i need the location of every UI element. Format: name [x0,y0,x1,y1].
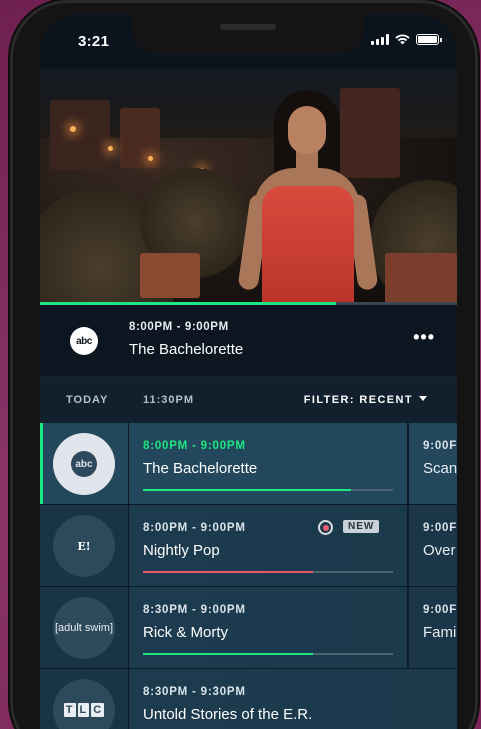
guide-day-label: TODAY [66,394,109,406]
program-progress [143,489,393,491]
program-cell[interactable]: 8:30PM - 9:30PM Untold Stories of the E.… [129,669,457,729]
channel-row-adult-swim[interactable]: [adult swim] 8:30PM - 9:00PM Rick & Mort… [40,587,457,669]
next-program-time: 9:00F [423,440,457,452]
program-cell[interactable]: 8:00PM - 9:00PM NEW Nightly Pop [129,505,407,586]
program-time: 8:00PM - 9:00PM [143,522,246,534]
program-title: Rick & Morty [143,624,229,641]
status-time: 3:21 [78,33,110,50]
next-program-cell[interactable]: 9:00F Scan [408,423,457,504]
app-screen: 3:21 abc 8:00PM - 9:00PM The Bachelorett… [40,14,457,729]
channel-row-abc[interactable]: abc 8:00PM - 9:00PM The Bachelorette 9:0… [40,423,457,505]
channel-row-e[interactable]: E! 8:00PM - 9:00PM NEW Nightly Pop 9:00F… [40,505,457,587]
program-cell[interactable]: 8:00PM - 9:00PM The Bachelorette [129,423,407,504]
next-program-cell[interactable]: 9:00F Fami [408,587,457,668]
host-figure [236,90,386,304]
guide-header: TODAY 11:30PM FILTER: RECENT [40,377,457,423]
video-player[interactable] [40,68,457,304]
now-playing-bar[interactable]: abc 8:00PM - 9:00PM The Bachelorette ••• [40,305,457,377]
record-icon[interactable] [318,520,333,535]
tlc-logo-letter: C [91,703,105,717]
next-program-title: Scan [423,460,457,477]
program-progress [143,571,393,573]
notch [132,14,364,54]
phone-frame: 3:21 abc 8:00PM - 9:00PM The Bachelorett… [10,0,478,729]
next-program-time: 9:00F [423,604,457,616]
abc-logo-icon[interactable]: abc [53,433,115,495]
tlc-logo-letter: T [63,703,76,717]
next-program-cell[interactable]: 9:00F Over [408,505,457,586]
new-badge: NEW [343,520,380,533]
program-title: Untold Stories of the E.R. [143,706,313,723]
next-program-title: Over [423,542,456,559]
wifi-icon [395,34,410,45]
program-cell[interactable]: 8:30PM - 9:00PM Rick & Morty [129,587,407,668]
tlc-logo-letter: L [77,703,90,717]
now-playing-network-logo: abc [70,327,98,355]
program-title: Nightly Pop [143,542,220,559]
channel-row-tlc[interactable]: TLC 8:30PM - 9:30PM Untold Stories of th… [40,669,457,729]
more-icon[interactable]: ••• [413,327,435,348]
channel-guide: abc 8:00PM - 9:00PM The Bachelorette 9:0… [40,423,457,729]
program-time: 8:30PM - 9:00PM [143,604,246,616]
signal-icon [371,34,389,45]
program-time: 8:00PM - 9:00PM [143,440,246,452]
e-network-logo-icon[interactable]: E! [53,515,115,577]
program-title: The Bachelorette [143,460,258,477]
program-time: 8:30PM - 9:30PM [143,686,246,698]
now-playing-time: 8:00PM - 9:00PM [129,321,229,333]
filter-label: FILTER: RECENT [303,394,413,406]
tlc-logo-icon[interactable]: TLC [53,679,115,729]
chevron-down-icon[interactable] [419,396,427,401]
status-bar: 3:21 [40,14,457,68]
next-program-title: Fami [423,624,457,641]
program-progress [143,653,393,655]
now-playing-title: The Bachelorette [129,341,244,358]
guide-time-label: 11:30PM [143,394,195,406]
filter-button[interactable]: FILTER: RECENT [304,394,429,406]
battery-icon [416,34,442,45]
active-indicator [40,423,43,504]
status-icons [371,34,442,45]
next-program-time: 9:00F [423,522,457,534]
speaker [220,24,276,30]
adult-swim-logo-icon[interactable]: [adult swim] [53,597,115,659]
